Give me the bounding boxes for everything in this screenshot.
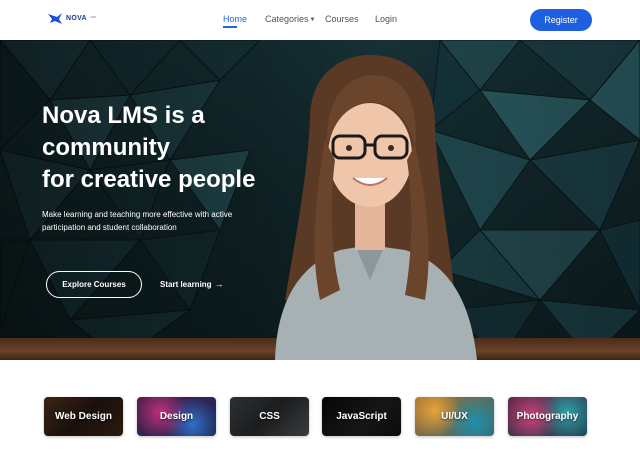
hero-title-line-1: Nova LMS is a: [42, 102, 205, 129]
category-label: UI/UX: [441, 411, 468, 422]
nav-categories-label: Categories: [265, 14, 309, 24]
register-button[interactable]: Register: [530, 9, 592, 31]
hero-title: Nova LMS is a community for creative peo…: [42, 100, 302, 196]
category-javascript[interactable]: JavaScript: [322, 397, 401, 436]
category-photography[interactable]: Photography: [508, 397, 587, 436]
category-label: Web Design: [54, 411, 113, 422]
arrow-right-icon: →: [214, 279, 224, 289]
hero-subtitle: Make learning and teaching more effectiv…: [42, 210, 233, 232]
category-label: Photography: [516, 411, 579, 422]
category-css[interactable]: CSS: [230, 397, 309, 436]
chevron-down-icon: ▼: [309, 17, 316, 23]
hero-banner: Nova LMS is a community for creative peo…: [0, 40, 640, 360]
category-design[interactable]: Design: [137, 397, 216, 436]
explore-courses-button[interactable]: Explore Courses: [46, 271, 142, 298]
start-learning-link[interactable]: Start learning →: [160, 279, 224, 289]
top-navbar: NOVA LMS Home Categories▼ Courses Login …: [0, 0, 640, 40]
hero-title-line-3: for creative people: [42, 166, 256, 193]
category-ui-ux[interactable]: UI/UX: [415, 397, 494, 436]
category-label: Design: [159, 411, 194, 422]
nav-courses[interactable]: Courses: [325, 14, 359, 24]
student-photo: [275, 55, 477, 360]
nav-home[interactable]: Home: [223, 14, 247, 24]
nav-login[interactable]: Login: [375, 14, 397, 24]
start-learning-label: Start learning: [160, 280, 212, 289]
nav-categories[interactable]: Categories▼: [265, 14, 315, 24]
category-label: JavaScript: [336, 411, 387, 422]
category-web-design[interactable]: Web Design: [44, 397, 123, 436]
category-strip: Web Design Design CSS JavaScript UI/UX P…: [0, 360, 640, 450]
hero-title-line-2: community: [42, 134, 171, 161]
category-label: CSS: [259, 411, 280, 422]
active-nav-underline: [223, 26, 237, 28]
